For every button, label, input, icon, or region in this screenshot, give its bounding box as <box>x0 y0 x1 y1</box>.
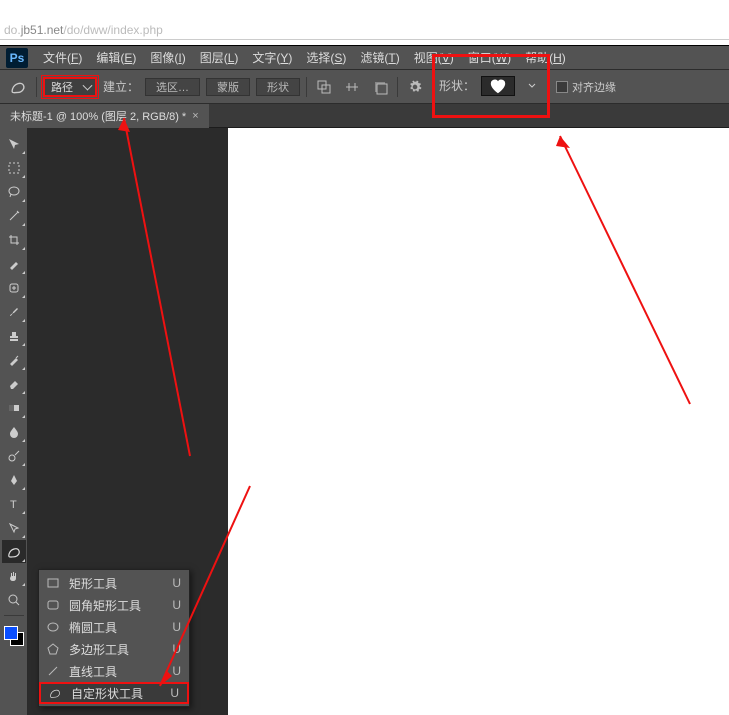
current-tool-icon[interactable] <box>6 75 30 99</box>
shape-dropdown-arrow-icon[interactable] <box>521 75 543 97</box>
tool-dodge[interactable] <box>2 444 26 467</box>
flyout-ellipse-tool[interactable]: 椭圆工具U <box>39 616 189 638</box>
menubar: Ps 文件(F) 编辑(E) 图像(I) 图层(L) 文字(Y) 选择(S) 滤… <box>0 46 729 70</box>
tab-title: 未标题-1 @ 100% (图层 2, RGB/8) * <box>10 108 186 124</box>
shape-picker-highlight: 形状： <box>432 54 550 118</box>
tool-custom-shape[interactable] <box>2 540 26 563</box>
tool-eyedropper[interactable] <box>2 252 26 275</box>
flyout-custom-shape-tool[interactable]: 自定形状工具U <box>39 682 189 704</box>
make-mask-button[interactable]: 蒙版 <box>206 78 250 96</box>
path-ops-icon[interactable] <box>313 76 335 98</box>
flyout-polygon-tool[interactable]: 多边形工具U <box>39 638 189 660</box>
separator <box>397 77 398 97</box>
options-bar: 路径 建立： 选区… 蒙版 形状 形状： 对齐边缘 <box>0 70 729 104</box>
document-tabbar: 未标题-1 @ 100% (图层 2, RGB/8) * × <box>0 104 729 128</box>
menu-type[interactable]: 文字(Y) <box>245 49 299 66</box>
tool-stamp[interactable] <box>2 324 26 347</box>
checkbox-icon <box>556 81 568 93</box>
rect-icon <box>45 575 61 591</box>
tool-path-select[interactable] <box>2 516 26 539</box>
separator <box>306 77 307 97</box>
separator <box>36 77 37 97</box>
tool-lasso[interactable] <box>2 180 26 203</box>
separator <box>4 615 24 616</box>
document-tab[interactable]: 未标题-1 @ 100% (图层 2, RGB/8) * × <box>0 104 209 128</box>
shape-tool-flyout: 矩形工具U 圆角矩形工具U 椭圆工具U 多边形工具U 直线工具U 自定形状工具U <box>38 569 190 707</box>
flyout-rounded-rectangle-tool[interactable]: 圆角矩形工具U <box>39 594 189 616</box>
tool-eraser[interactable] <box>2 372 26 395</box>
build-label: 建立： <box>103 78 139 95</box>
tool-hand[interactable] <box>2 564 26 587</box>
browser-address-bar: do.jb51.net/do/dww/index.php <box>0 0 729 40</box>
tool-wand[interactable] <box>2 204 26 227</box>
flyout-rectangle-tool[interactable]: 矩形工具U <box>39 572 189 594</box>
make-shape-button[interactable]: 形状 <box>256 78 300 96</box>
tool-brush[interactable] <box>2 300 26 323</box>
blob-icon <box>47 685 63 701</box>
polygon-icon <box>45 641 61 657</box>
photoshop-window: Ps 文件(F) 编辑(E) 图像(I) 图层(L) 文字(Y) 选择(S) 滤… <box>0 46 729 715</box>
tab-close-icon[interactable]: × <box>192 110 198 122</box>
tool-crop[interactable] <box>2 228 26 251</box>
tool-type[interactable]: T <box>2 492 26 515</box>
path-align-icon[interactable] <box>341 76 363 98</box>
tool-history-brush[interactable] <box>2 348 26 371</box>
canvas[interactable] <box>228 128 729 715</box>
shape-label: 形状： <box>439 77 475 94</box>
flyout-line-tool[interactable]: 直线工具U <box>39 660 189 682</box>
tool-move[interactable] <box>2 132 26 155</box>
ellipse-icon <box>45 619 61 635</box>
tool-pen[interactable] <box>2 468 26 491</box>
make-selection-button[interactable]: 选区… <box>145 78 200 96</box>
menu-filter[interactable]: 滤镜(T) <box>353 49 406 66</box>
tool-healing[interactable] <box>2 276 26 299</box>
align-edges-checkbox[interactable]: 对齐边缘 <box>556 79 616 95</box>
menu-image[interactable]: 图像(I) <box>143 49 192 66</box>
url-text: do.jb51.net/do/dww/index.php <box>4 23 163 39</box>
gear-icon[interactable] <box>404 76 426 98</box>
rrect-icon <box>45 597 61 613</box>
menu-layer[interactable]: 图层(L) <box>193 49 246 66</box>
color-swatches[interactable] <box>4 626 24 646</box>
path-arrange-icon[interactable] <box>369 76 391 98</box>
ps-logo: Ps <box>6 48 28 68</box>
tool-mode-dropdown[interactable]: 路径 <box>43 77 97 97</box>
tool-gradient[interactable] <box>2 396 26 419</box>
tool-marquee[interactable] <box>2 156 26 179</box>
menu-edit[interactable]: 编辑(E) <box>89 49 143 66</box>
menu-file[interactable]: 文件(F) <box>36 49 89 66</box>
toolbox: T <box>0 128 28 715</box>
menu-select[interactable]: 选择(S) <box>299 49 353 66</box>
tool-zoom[interactable] <box>2 588 26 611</box>
svg-text:T: T <box>10 499 17 511</box>
line-icon <box>45 663 61 679</box>
tool-blur[interactable] <box>2 420 26 443</box>
shape-preview-heart[interactable] <box>481 76 515 96</box>
